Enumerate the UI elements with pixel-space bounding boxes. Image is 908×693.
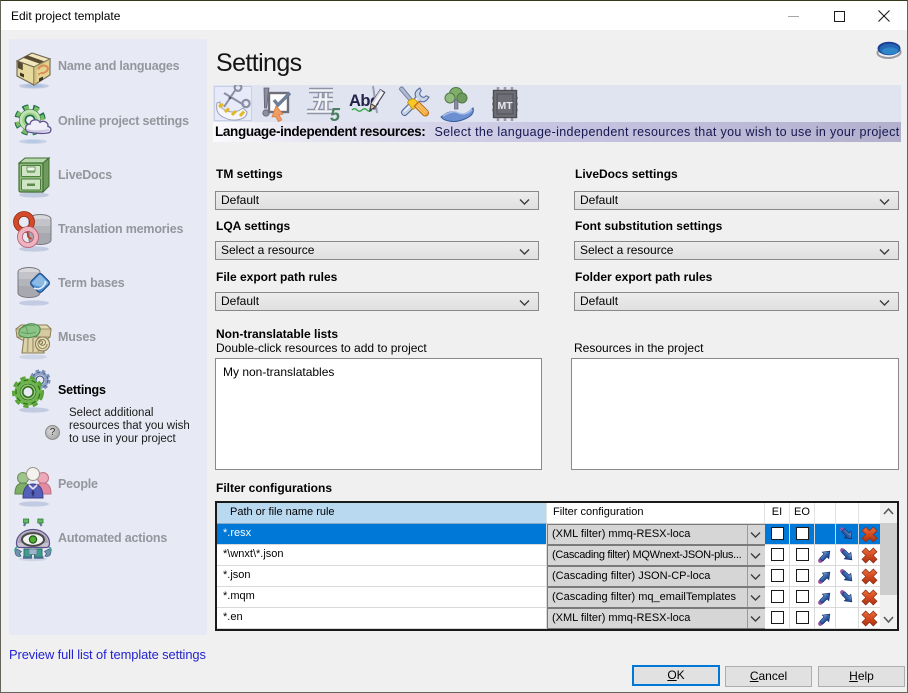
svg-text:5: 5 bbox=[330, 105, 341, 123]
svg-text:MT: MT bbox=[498, 100, 514, 112]
